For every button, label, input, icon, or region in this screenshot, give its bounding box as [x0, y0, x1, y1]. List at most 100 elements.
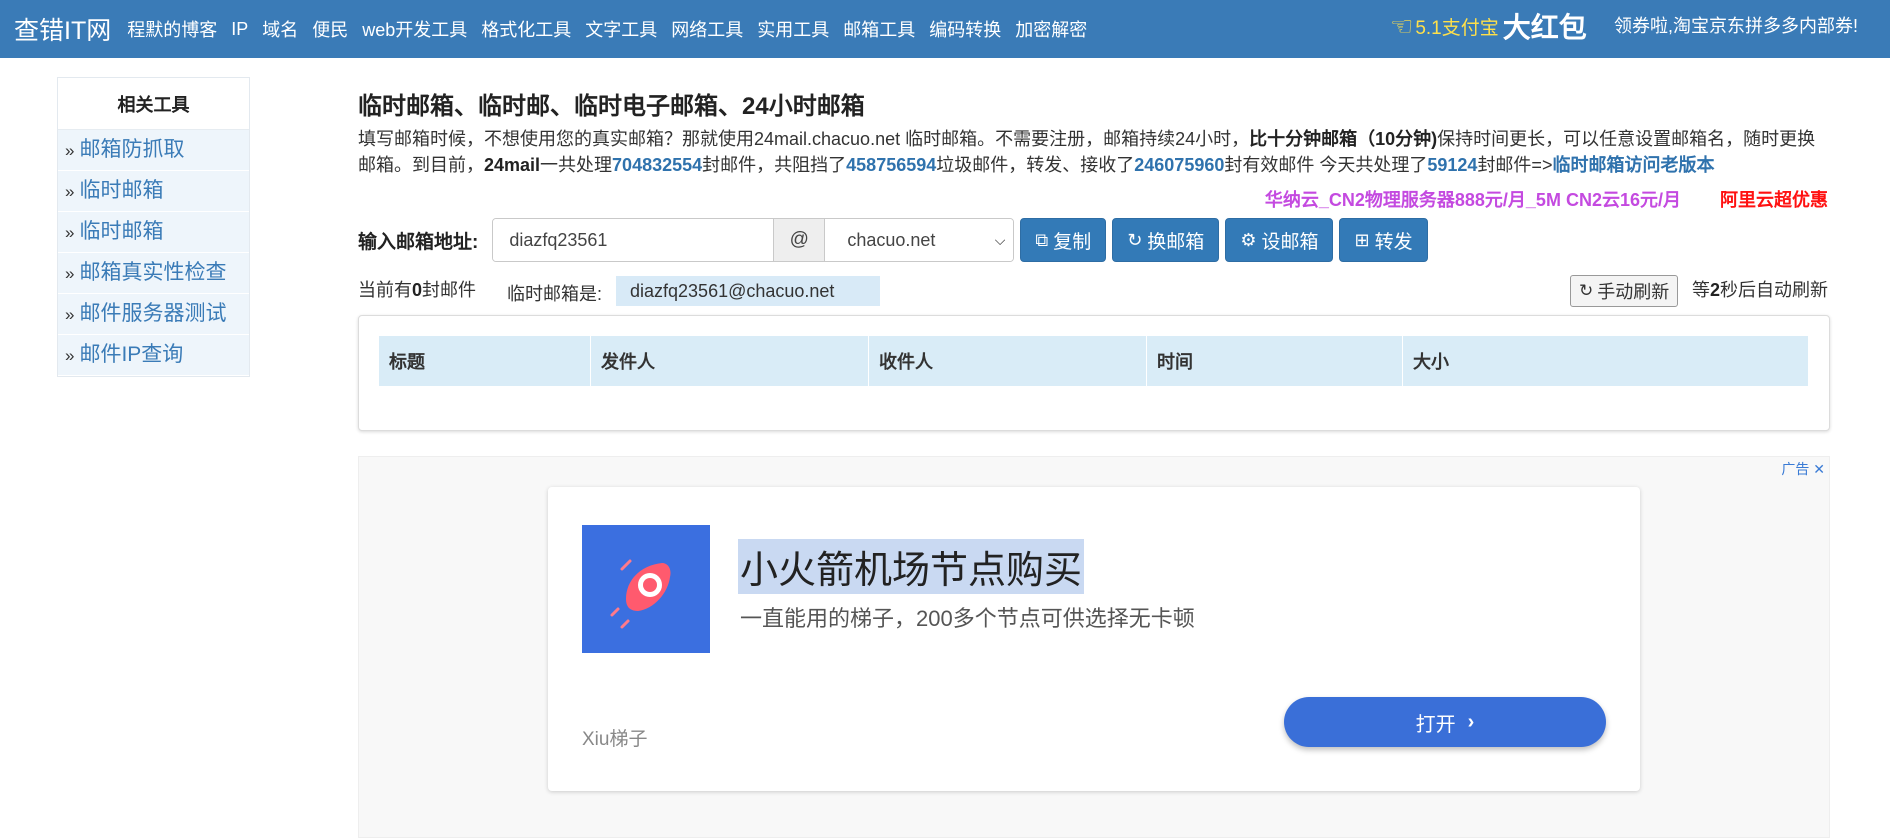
ad-badge[interactable]: 广告 ✕	[1781, 459, 1825, 479]
nav-links: 程默的博客 IP 域名 便民 web开发工具 格式化工具 文字工具 网络工具 实…	[127, 16, 1101, 42]
manual-refresh-button[interactable]: ↻ 手动刷新	[1570, 275, 1679, 307]
nav-link-domain[interactable]: 域名	[262, 16, 298, 42]
chevron-down-icon: ⌵	[994, 231, 1006, 248]
sidebar-item-mail-verify[interactable]: » 邮箱真实性检查	[58, 253, 249, 294]
column-recipient: 收件人	[868, 336, 1147, 386]
mailbox-label: 临时邮箱是:	[507, 284, 603, 304]
status-prefix: 当前有	[358, 280, 412, 300]
domain-selected-value: chacuo.net	[847, 229, 936, 250]
intro-part: 封邮件=>	[1477, 155, 1553, 175]
nav-link-ip[interactable]: IP	[231, 19, 248, 40]
huana-ad-link[interactable]: 华纳云_CN2物理服务器888元/月_5M CN2云16元/月	[1265, 190, 1681, 210]
double-chevron-icon: »	[65, 264, 75, 283]
column-time: 时间	[1146, 336, 1403, 386]
coupon-link[interactable]: 领券啦,淘宝京东拼多多内部券!	[1614, 12, 1858, 38]
ad-brand: Xiu梯子	[582, 729, 648, 750]
refresh-icon: ↻	[1127, 229, 1143, 250]
nav-link-network[interactable]: 网络工具	[671, 16, 743, 42]
nav-link-encoding[interactable]: 编码转换	[929, 16, 1001, 42]
related-tools-sidebar: 相关工具 » 邮箱防抓取 » 临时邮箱 » 临时邮箱 » 邮箱真实性检查 » 邮件服务器测…	[57, 77, 250, 377]
auto-refresh-text: 等2秒后自动刷新	[1692, 276, 1828, 302]
double-chevron-icon: »	[65, 223, 75, 242]
alipay-promo[interactable]: ☜ 5.1支付宝 大红包	[1390, 6, 1587, 46]
intro-bold: 比十分钟邮箱（10分钟)	[1249, 129, 1438, 149]
status-suffix: 封邮件	[422, 280, 477, 300]
nav-link-format[interactable]: 格式化工具	[481, 16, 571, 42]
set-mailbox-button[interactable]: ⚙ 设邮箱	[1225, 218, 1334, 262]
mail-table: 标题 发件人 收件人 时间 大小	[379, 336, 1809, 386]
mailbox-address[interactable]: diazfq23561@chacuo.net	[616, 276, 880, 306]
forward-button[interactable]: ⊞ 转发	[1339, 218, 1428, 262]
aliyun-ad-link[interactable]: 阿里云超优惠	[1720, 190, 1828, 210]
at-sign: @	[773, 219, 826, 261]
sidebar-item-ip-lookup[interactable]: » 邮件IP查询	[58, 335, 249, 376]
nav-link-utility[interactable]: 实用工具	[757, 16, 829, 42]
column-size: 大小	[1402, 336, 1809, 386]
ad-badge-label: 广告	[1781, 461, 1810, 477]
mail-count-status: 当前有0封邮件	[358, 276, 476, 302]
stat-spam-blocked: 458756594	[846, 155, 937, 175]
address-label: 输入邮箱地址:	[358, 231, 479, 253]
old-version-link[interactable]: 临时邮箱访问老版本	[1552, 155, 1714, 175]
change-mailbox-label: 换邮箱	[1147, 231, 1205, 253]
ad-container: 广告 ✕ 小火箭机场节点购买 一直能用的梯子，200多个节点可供选择无卡顿 Xi…	[358, 456, 1830, 838]
text-ads: 华纳云_CN2物理服务器888元/月_5M CN2云16元/月 阿里云超优惠	[1265, 186, 1828, 212]
column-subject: 标题	[379, 336, 591, 386]
copy-icon: ⧉	[1035, 229, 1049, 250]
auto-suffix: 秒后自动刷新	[1720, 280, 1828, 300]
intro-part: 填写邮箱时候，不想使用您的真实邮箱？那就使用24mail.chacuo.net …	[358, 129, 1250, 149]
double-chevron-icon: »	[65, 182, 75, 201]
mailbox-name-input[interactable]	[493, 219, 774, 261]
sidebar-item-label: 邮件服务器测试	[79, 302, 227, 325]
address-row: 输入邮箱地址: @ chacuo.net ⌵ ⧉复制 ↻换邮箱 ⚙设邮箱 ⊞转发	[358, 218, 1428, 262]
sidebar-item-label: 临时邮箱	[79, 220, 164, 243]
sidebar-item-label: 邮件IP查询	[79, 343, 184, 366]
set-mailbox-label: 设邮箱	[1261, 231, 1319, 253]
chevron-right-icon: ›	[1467, 710, 1475, 733]
sidebar-item-temp-mail[interactable]: » 临时邮箱	[58, 171, 249, 212]
column-sender: 发件人	[590, 336, 869, 386]
nav-link-blog[interactable]: 程默的博客	[127, 16, 217, 42]
table-header-row: 标题 发件人 收件人 时间 大小	[379, 336, 1809, 386]
nav-link-webdev[interactable]: web开发工具	[362, 16, 467, 42]
ad-open-button[interactable]: 打开 ›	[1284, 697, 1606, 747]
top-nav: 查错IT网 程默的博客 IP 域名 便民 web开发工具 格式化工具 文字工具 …	[0, 0, 1890, 58]
mail-list-panel: 标题 发件人 收件人 时间 大小	[358, 315, 1830, 431]
nav-link-crypto[interactable]: 加密解密	[1015, 16, 1087, 42]
intro-part: 一共处理	[540, 155, 613, 175]
double-chevron-icon: »	[65, 346, 75, 365]
stat-today: 59124	[1427, 155, 1478, 175]
gear-icon: ⚙	[1240, 229, 1257, 250]
copy-button[interactable]: ⧉ 复制	[1020, 218, 1107, 262]
intro-part: 垃圾邮件，转发、接收了	[936, 155, 1135, 175]
intro-text: 填写邮箱时候，不想使用您的真实邮箱？那就使用24mail.chacuo.net …	[358, 126, 1830, 178]
forward-label: 转发	[1374, 231, 1413, 253]
change-mailbox-button[interactable]: ↻ 换邮箱	[1112, 218, 1220, 262]
close-icon[interactable]: ✕	[1813, 461, 1825, 477]
ad-card[interactable]: 小火箭机场节点购买 一直能用的梯子，200多个节点可供选择无卡顿 Xiu梯子 打…	[548, 487, 1640, 791]
refresh-icon: ↻	[1579, 281, 1594, 300]
domain-select[interactable]: chacuo.net ⌵	[825, 219, 1014, 261]
sidebar-item-anti-scrape[interactable]: » 邮箱防抓取	[58, 130, 249, 171]
page-title: 临时邮箱、临时邮、临时电子邮箱、24小时邮箱	[358, 93, 865, 120]
rocket-logo-icon	[582, 525, 710, 653]
sidebar-item-temp-mail-2[interactable]: » 临时邮箱	[58, 212, 249, 253]
nav-link-text[interactable]: 文字工具	[585, 16, 657, 42]
promo-red-packet: 大红包	[1502, 12, 1587, 43]
ad-description: 一直能用的梯子，200多个节点可供选择无卡顿	[740, 606, 1195, 631]
ad-title: 小火箭机场节点购买	[738, 539, 1085, 594]
brand-logo[interactable]: 查错IT网	[14, 11, 111, 47]
sidebar-item-label: 邮箱防抓取	[79, 138, 185, 161]
intro-part: 封有效邮件 今天共处理了	[1224, 155, 1428, 175]
nav-link-convenience[interactable]: 便民	[312, 16, 348, 42]
nav-link-mail[interactable]: 邮箱工具	[843, 16, 915, 42]
pointing-hand-icon: ☜	[1390, 10, 1414, 41]
intro-part: 封邮件，共阻挡了	[702, 155, 847, 175]
sidebar-title: 相关工具	[58, 78, 249, 130]
stat-valid-received: 246075960	[1134, 155, 1225, 175]
ad-open-label: 打开	[1415, 713, 1456, 736]
sidebar-item-server-test[interactable]: » 邮件服务器测试	[58, 294, 249, 335]
intro-bold: 24mail	[484, 155, 541, 175]
promo-prefix: 5.1支付宝	[1415, 17, 1499, 39]
double-chevron-icon: »	[65, 305, 75, 324]
